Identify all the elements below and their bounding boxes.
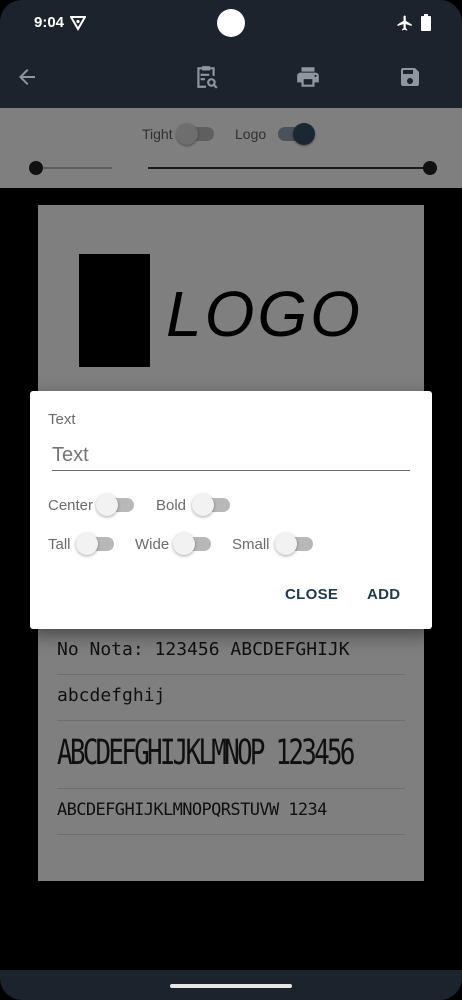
tall-label: Tall bbox=[48, 536, 71, 553]
text-input[interactable] bbox=[52, 441, 410, 471]
receipt-divider-3 bbox=[57, 788, 405, 789]
logo-label: Logo bbox=[235, 126, 267, 142]
wide-switch-knob bbox=[173, 533, 195, 555]
close-button[interactable]: CLOSE bbox=[285, 586, 338, 603]
add-text-dialog: Text Center Bold Tall Wide Small CLOSE A… bbox=[30, 391, 432, 629]
dialog-title: Text bbox=[48, 411, 76, 428]
bold-switch[interactable] bbox=[192, 494, 230, 516]
receipt-divider-1 bbox=[57, 674, 405, 675]
airplane-icon bbox=[397, 15, 412, 31]
wide-label: Wide bbox=[135, 536, 170, 553]
status-bar: 9:04 bbox=[0, 0, 462, 46]
small-label: Small bbox=[232, 536, 270, 553]
center-label: Center bbox=[48, 497, 94, 514]
logo-switch-knob bbox=[293, 123, 315, 145]
navigation-bar bbox=[0, 970, 462, 1000]
center-switch[interactable] bbox=[96, 494, 134, 516]
options-bar: Tight Logo bbox=[0, 108, 462, 188]
print-button[interactable] bbox=[295, 64, 321, 90]
printer-icon bbox=[297, 67, 319, 87]
left-slider-thumb[interactable] bbox=[29, 161, 43, 175]
center-switch-knob bbox=[96, 494, 118, 516]
app-bar bbox=[0, 46, 462, 108]
logo-placeholder-block bbox=[79, 254, 150, 367]
floppy-disk-icon bbox=[401, 68, 419, 86]
tall-switch[interactable] bbox=[76, 533, 114, 555]
clipboard-search-icon bbox=[197, 66, 218, 89]
bold-label: Bold bbox=[156, 497, 187, 514]
gesture-handle[interactable] bbox=[170, 984, 292, 988]
bold-switch-knob bbox=[192, 494, 214, 516]
wide-switch[interactable] bbox=[173, 533, 211, 555]
preview-button[interactable] bbox=[193, 64, 219, 90]
battery-icon bbox=[421, 14, 431, 31]
receipt-line-2: abcdefghij bbox=[57, 685, 166, 706]
receipt-divider-2 bbox=[57, 720, 405, 721]
receipt-line-3-tall: ABCDEFGHIJKLMNOP 123456 bbox=[57, 733, 355, 774]
right-slider-thumb[interactable] bbox=[423, 161, 437, 175]
back-button[interactable] bbox=[14, 64, 40, 90]
status-time: 9:04 bbox=[34, 14, 65, 31]
receipt-line-1: No Nota: 123456 ABCDEFGHIJK bbox=[57, 639, 350, 660]
tall-switch-knob bbox=[76, 533, 98, 555]
add-button[interactable]: ADD bbox=[367, 586, 400, 603]
tight-label: Tight bbox=[142, 126, 173, 142]
receipt-divider-4 bbox=[57, 834, 405, 835]
logo-switch[interactable] bbox=[278, 123, 315, 145]
arrow-back-icon bbox=[19, 69, 35, 85]
receipt-line-4: ABCDEFGHIJKLMNOPQRSTUVW 1234 bbox=[57, 800, 327, 820]
tight-switch[interactable] bbox=[176, 123, 214, 145]
camera-cutout bbox=[217, 9, 245, 37]
save-button[interactable] bbox=[397, 64, 423, 90]
left-slider-track[interactable] bbox=[36, 167, 112, 169]
small-switch[interactable] bbox=[275, 533, 313, 555]
tight-switch-knob bbox=[176, 123, 198, 145]
logo-text: LOGO bbox=[166, 278, 363, 350]
right-slider-track[interactable] bbox=[148, 167, 430, 169]
small-switch-knob bbox=[275, 533, 297, 555]
screen: 9:04 Tight Logo LOGO No Nota: 123456 ABC… bbox=[0, 0, 462, 1000]
vpn-key-icon bbox=[70, 16, 86, 31]
